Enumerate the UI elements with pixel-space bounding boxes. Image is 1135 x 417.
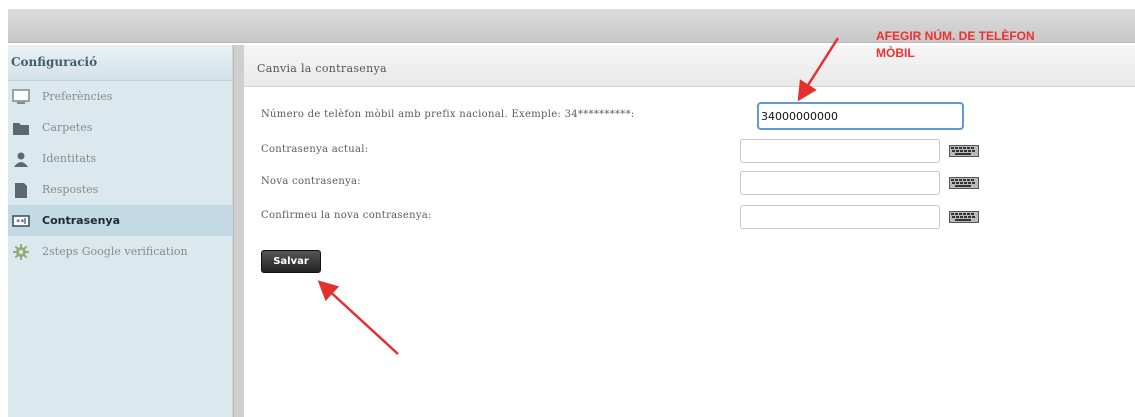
sidebar-item-respostes[interactable]: Respostes [8, 174, 232, 205]
new-password-input[interactable] [740, 171, 940, 195]
new-password-label: Nova contrasenya: [261, 176, 361, 187]
folder-icon [13, 123, 29, 135]
form-row-confirm-password: Confirmeu la nova contrasenya: [261, 205, 1001, 229]
form-row-new-password: Nova contrasenya: [261, 171, 1001, 195]
monitor-icon [12, 89, 30, 104]
keyboard-icon[interactable] [949, 177, 979, 189]
save-button[interactable]: Salvar [261, 250, 321, 273]
confirm-password-input[interactable] [740, 205, 940, 229]
keyboard-icon[interactable] [949, 211, 979, 223]
current-password-input[interactable] [740, 139, 940, 163]
annotation-text: AFEGIR NÚM. DE TELÈFON MÒBIL [876, 28, 1035, 62]
sidebar-item-2steps[interactable]: 2steps Google verification [8, 236, 232, 267]
sidebar-item-label: Preferències [42, 90, 113, 103]
sidebar-item-label: Respostes [42, 183, 99, 196]
form-row-phone: Número de telèfon mòbil amb prefix nacio… [261, 102, 1001, 130]
user-icon [14, 152, 28, 167]
svg-text:**: ** [16, 218, 24, 226]
annotation-line-2: MÒBIL [876, 46, 915, 60]
sidebar-item-label: Contrasenya [42, 214, 120, 227]
sidebar-item-label: Carpetes [42, 121, 93, 134]
sidebar-item-contrasenya[interactable]: ** Contrasenya [8, 205, 232, 236]
sidebar-item-identitats[interactable]: Identitats [8, 143, 232, 174]
sidebar-item-carpetes[interactable]: Carpetes [8, 112, 232, 143]
phone-input[interactable] [757, 102, 964, 130]
confirm-password-label: Confirmeu la nova contrasenya: [261, 210, 432, 221]
phone-label: Número de telèfon mòbil amb prefix nacio… [261, 109, 635, 120]
form-row-current-password: Contrasenya actual: [261, 139, 1001, 163]
current-password-label: Contrasenya actual: [261, 144, 369, 155]
annotation-line-1: AFEGIR NÚM. DE TELÈFON [876, 29, 1035, 43]
sidebar-title: Configuració [8, 45, 232, 81]
settings-sidebar: Configuració Preferències Carpetes Ident… [8, 45, 233, 417]
sidebar-item-label: Identitats [42, 152, 96, 165]
password-field-icon: ** [12, 215, 30, 227]
sidebar-item-preferencies[interactable]: Preferències [8, 81, 232, 112]
document-icon [15, 183, 27, 198]
keyboard-icon[interactable] [949, 145, 979, 157]
sidebar-item-label: 2steps Google verification [42, 245, 188, 258]
gear-icon [13, 244, 29, 260]
content-panel: Canvia la contrasenya [244, 45, 1135, 417]
